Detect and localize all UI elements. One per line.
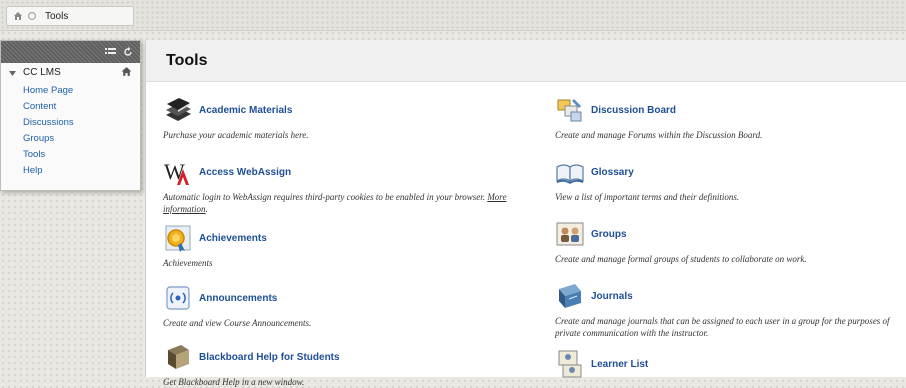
tool-learner-list: Learner List xyxy=(555,349,905,379)
tool-link-blackboard-help[interactable]: Blackboard Help for Students xyxy=(199,352,340,363)
tool-desc-discussion-board: Create and manage Forums within the Disc… xyxy=(555,130,763,140)
tool-link-glossary[interactable]: Glossary xyxy=(591,167,634,178)
collapse-arrow-icon[interactable] xyxy=(9,69,16,80)
help-book-icon[interactable] xyxy=(163,342,193,372)
discussion-board-icon[interactable] xyxy=(555,95,585,125)
tool-blackboard-help: Blackboard Help for Students Get Blackbo… xyxy=(163,342,533,388)
tool-desc-access-webassign: Automatic login to WebAssign requires th… xyxy=(163,192,507,214)
tool-link-academic-materials[interactable]: Academic Materials xyxy=(199,105,292,116)
menu-list-icon[interactable] xyxy=(105,46,117,58)
sidebar-item-home-page[interactable]: Home Page xyxy=(23,83,140,99)
breadcrumb: Tools xyxy=(6,6,134,26)
tool-desc-journals: Create and manage journals that can be a… xyxy=(555,316,890,338)
webassign-logo[interactable]: W xyxy=(163,157,193,187)
tool-link-announcements[interactable]: Announcements xyxy=(199,293,277,304)
course-menu: CC LMS Home Page Content Discussions Gro… xyxy=(0,40,141,191)
tool-glossary: Glossary View a list of important terms … xyxy=(555,157,905,203)
course-menu-header xyxy=(1,41,140,63)
main-content: Tools Academic Materials Purchase your a… xyxy=(145,40,906,387)
tool-link-access-webassign[interactable]: Access WebAssign xyxy=(199,167,291,178)
sidebar-item-discussions[interactable]: Discussions xyxy=(23,115,140,131)
breadcrumb-separator-icon xyxy=(27,11,37,21)
breadcrumb-current[interactable]: Tools xyxy=(45,11,68,22)
groups-icon[interactable] xyxy=(555,219,585,249)
home-icon[interactable] xyxy=(13,11,23,21)
svg-text:W: W xyxy=(164,159,185,184)
course-title-row[interactable]: CC LMS xyxy=(1,63,140,83)
books-icon[interactable] xyxy=(163,95,193,125)
tool-discussion-board: Discussion Board Create and manage Forum… xyxy=(555,95,905,141)
learner-list-icon[interactable] xyxy=(555,349,585,379)
webassign-desc-text: Automatic login to WebAssign requires th… xyxy=(163,192,486,202)
course-home-icon[interactable] xyxy=(121,66,132,80)
refresh-icon[interactable] xyxy=(122,46,134,58)
journal-icon[interactable] xyxy=(555,281,585,311)
course-name[interactable]: CC LMS xyxy=(23,67,61,78)
tool-achievements: Achievements Achievements xyxy=(163,223,533,269)
sidebar-item-tools[interactable]: Tools xyxy=(23,147,140,163)
tool-journals: Journals Create and manage journals that… xyxy=(555,281,905,339)
tool-desc-achievements: Achievements xyxy=(163,258,213,268)
megaphone-icon[interactable] xyxy=(163,283,193,313)
tool-desc-academic-materials: Purchase your academic materials here. xyxy=(163,130,309,140)
tool-access-webassign: W Access WebAssign Automatic login to We… xyxy=(163,157,535,215)
sidebar-item-help[interactable]: Help xyxy=(23,163,140,179)
page-title-bar: Tools xyxy=(146,40,906,82)
tool-link-achievements[interactable]: Achievements xyxy=(199,233,267,244)
page-title: Tools xyxy=(166,51,208,69)
tool-groups: Groups Create and manage formal groups o… xyxy=(555,219,905,265)
tool-announcements: Announcements Create and view Course Ann… xyxy=(163,283,533,329)
tool-desc-glossary: View a list of important terms and their… xyxy=(555,192,740,202)
medal-icon[interactable] xyxy=(163,223,193,253)
sidebar-item-content[interactable]: Content xyxy=(23,99,140,115)
tool-desc-groups: Create and manage formal groups of stude… xyxy=(555,254,807,264)
tool-desc-blackboard-help: Get Blackboard Help in a new window. xyxy=(163,377,305,387)
tool-academic-materials: Academic Materials Purchase your academi… xyxy=(163,95,533,141)
course-menu-list: Home Page Content Discussions Groups Too… xyxy=(1,83,140,179)
tool-link-groups[interactable]: Groups xyxy=(591,229,627,240)
open-book-icon[interactable] xyxy=(555,157,585,187)
sidebar-item-groups[interactable]: Groups xyxy=(23,131,140,147)
tool-desc-announcements: Create and view Course Announcements. xyxy=(163,318,312,328)
tool-link-learner-list[interactable]: Learner List xyxy=(591,359,648,370)
top-bar: Tools xyxy=(0,0,906,31)
tool-link-discussion-board[interactable]: Discussion Board xyxy=(591,105,676,116)
tool-link-journals[interactable]: Journals xyxy=(591,291,633,302)
